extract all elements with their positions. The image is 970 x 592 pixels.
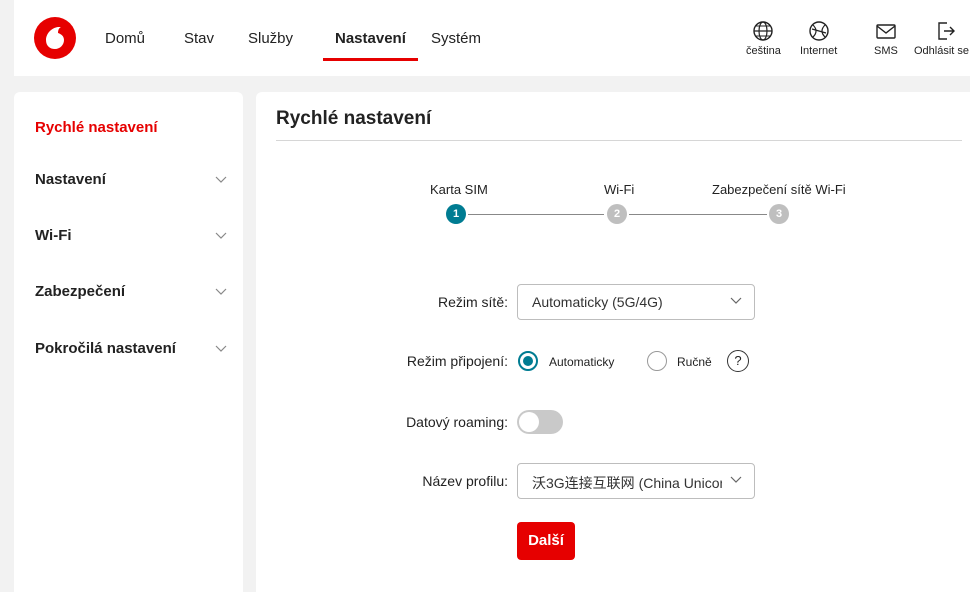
internet-button[interactable]: Internet xyxy=(800,20,837,57)
active-tab-underline xyxy=(323,58,418,61)
connection-manual-radio[interactable] xyxy=(647,351,667,371)
sidebar-item-security[interactable]: Zabezpečení xyxy=(35,283,125,300)
network-mode-select[interactable]: Automaticky (5G/4G) xyxy=(517,284,755,320)
internet-label: Internet xyxy=(800,45,838,57)
sidebar-item-quick-setup[interactable]: Rychlé nastavení xyxy=(35,119,158,136)
chevron-down-icon xyxy=(730,297,742,304)
nav-services-label: Služby xyxy=(248,30,294,47)
step-1-indicator: 1 xyxy=(446,204,466,224)
nav-system-label: Systém xyxy=(431,30,482,47)
step-label-wifi-security: Zabezpečení sítě Wi-Fi xyxy=(712,182,846,197)
mail-icon xyxy=(876,24,896,39)
nav-settings[interactable]: Nastavení xyxy=(323,30,418,61)
next-button[interactable]: Další xyxy=(517,522,575,560)
nav-home[interactable]: Domů xyxy=(105,30,145,47)
sidebar-item-settings[interactable]: Nastavení xyxy=(35,171,106,188)
connection-auto-label: Automaticky xyxy=(549,355,615,369)
nav-status[interactable]: Stav xyxy=(184,30,214,47)
logout-button[interactable]: Odhlásit se xyxy=(914,20,969,57)
step-connector xyxy=(629,214,767,215)
sidebar-item-label: Pokročilá nastavení xyxy=(35,340,176,357)
sms-label: SMS xyxy=(874,45,898,57)
sidebar: Rychlé nastavení Nastavení Wi-Fi Zabezpe… xyxy=(14,92,243,592)
sidebar-item-label: Wi-Fi xyxy=(35,227,72,244)
chevron-down-icon[interactable] xyxy=(215,345,227,353)
globe-icon xyxy=(753,21,774,41)
chevron-down-icon[interactable] xyxy=(215,288,227,296)
toggle-knob xyxy=(519,412,539,432)
chevron-down-icon[interactable] xyxy=(215,176,227,184)
connection-mode-label: Režim připojení: xyxy=(406,353,508,369)
sidebar-item-label: Nastavení xyxy=(35,171,106,188)
nav-system[interactable]: Systém xyxy=(431,30,481,47)
profile-name-select[interactable]: 沃3G连接互联网 (China Unicom xyxy=(517,463,755,499)
profile-name-value: 沃3G连接互联网 (China Unicom xyxy=(532,475,722,491)
top-navigation-bar: Domů Stav Služby Nastavení Systém češtin… xyxy=(14,0,970,76)
language-button[interactable]: čeština xyxy=(746,20,781,57)
connection-manual-label: Ručně xyxy=(677,355,712,369)
sidebar-item-label: Zabezpečení xyxy=(35,283,126,300)
logo-mark-icon xyxy=(46,27,64,49)
network-mode-value: Automaticky (5G/4G) xyxy=(532,294,663,310)
title-divider xyxy=(276,140,962,141)
help-icon[interactable]: ? xyxy=(727,350,749,372)
step-3-indicator: 3 xyxy=(769,204,789,224)
nav-status-label: Stav xyxy=(184,30,215,47)
logout-icon xyxy=(938,22,955,40)
step-label-sim: Karta SIM xyxy=(430,182,488,197)
sidebar-item-wifi[interactable]: Wi-Fi xyxy=(35,227,72,244)
data-roaming-label: Datový roaming: xyxy=(406,414,508,430)
sidebar-item-advanced[interactable]: Pokročilá nastavení xyxy=(35,340,176,357)
data-roaming-toggle[interactable] xyxy=(517,410,563,434)
nav-home-label: Domů xyxy=(105,30,146,47)
nav-settings-label: Nastavení xyxy=(335,30,406,47)
step-2-indicator: 2 xyxy=(607,204,627,224)
step-connector xyxy=(468,214,604,215)
network-mode-label: Režim sítě: xyxy=(437,294,508,310)
step-label-wifi: Wi-Fi xyxy=(604,182,635,197)
internet-icon xyxy=(808,21,829,41)
sidebar-item-label: Rychlé nastavení xyxy=(35,119,158,136)
page-title: Rychlé nastavení xyxy=(276,108,432,129)
vodafone-logo[interactable] xyxy=(34,17,76,59)
connection-auto-radio[interactable] xyxy=(518,351,538,371)
nav-services[interactable]: Služby xyxy=(248,30,293,47)
logout-label: Odhlásit se xyxy=(914,45,970,57)
sms-button[interactable]: SMS xyxy=(874,20,898,57)
language-label: čeština xyxy=(746,45,781,57)
chevron-down-icon xyxy=(730,476,742,483)
chevron-down-icon[interactable] xyxy=(215,232,227,240)
profile-name-label: Název profilu: xyxy=(422,473,508,489)
main-panel: Rychlé nastavení Karta SIM Wi-Fi Zabezpe… xyxy=(256,92,970,592)
